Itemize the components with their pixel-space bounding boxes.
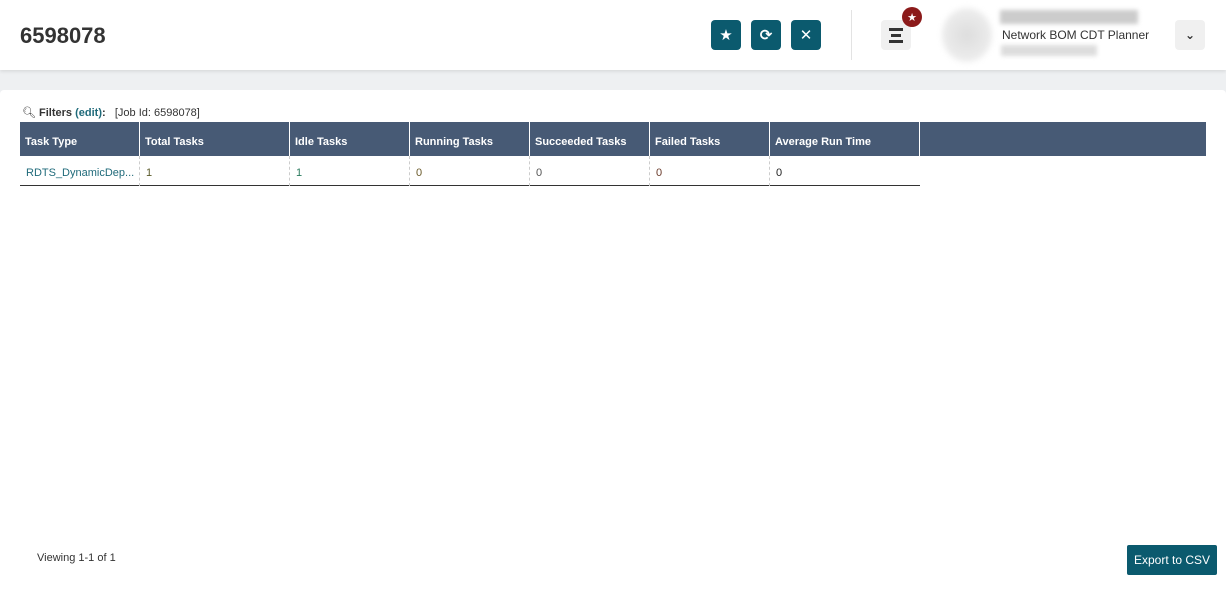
column-header-task-type[interactable]: Task Type	[20, 122, 140, 156]
cell-failed-tasks: 0	[650, 156, 770, 186]
search-icon: 🔍︎	[22, 107, 36, 119]
chevron-down-icon: ⌄	[1184, 28, 1196, 42]
column-header-running-tasks[interactable]: Running Tasks	[410, 122, 530, 156]
close-button[interactable]: ✕	[791, 20, 821, 50]
column-header-idle-tasks[interactable]: Idle Tasks	[290, 122, 410, 156]
star-badge-icon: ★	[902, 7, 922, 27]
refresh-button[interactable]: ⟳	[751, 20, 781, 50]
close-icon: ✕	[799, 27, 813, 44]
content-panel: 🔍︎ Filters (edit): [Job Id: 6598078] Tas…	[0, 90, 1226, 591]
filters-label: Filters	[39, 107, 73, 119]
user-role: Network BOM CDT Planner	[1002, 28, 1150, 42]
user-name-redacted	[1000, 10, 1138, 24]
page-title: 6598078	[20, 23, 106, 48]
table-row: RDTS_DynamicDep... 1 1 0 0 0 0	[20, 156, 920, 186]
pagination-info: Viewing 1-1 of 1	[37, 552, 116, 564]
refresh-icon: ⟳	[759, 27, 773, 44]
cell-running-tasks: 0	[410, 156, 530, 186]
favorite-button[interactable]: ★	[711, 20, 741, 50]
user-dropdown-button[interactable]: ⌄	[1175, 20, 1205, 50]
avatar	[942, 8, 992, 62]
cell-total-tasks: 1	[140, 156, 290, 186]
cell-succeeded-tasks: 0	[530, 156, 650, 186]
cell-average-run-time: 0	[776, 167, 783, 179]
filters-bar: 🔍︎ Filters (edit): [Job Id: 6598078]	[22, 106, 200, 119]
cell-idle-tasks: 1	[290, 156, 410, 186]
filter-value: [Job Id: 6598078]	[114, 107, 200, 119]
table-header: Task Type Total Tasks Idle Tasks Running…	[20, 122, 1206, 156]
star-icon: ★	[719, 27, 733, 44]
column-header-succeeded-tasks[interactable]: Succeeded Tasks	[530, 122, 650, 156]
user-detail-redacted	[1001, 45, 1097, 56]
cell-task-type[interactable]: RDTS_DynamicDep...	[20, 156, 140, 186]
column-header-failed-tasks[interactable]: Failed Tasks	[650, 122, 770, 156]
column-header-total-tasks[interactable]: Total Tasks	[140, 122, 290, 156]
divider	[851, 10, 852, 60]
filters-colon: :	[102, 107, 106, 119]
edit-filters-link[interactable]: (edit)	[75, 107, 102, 119]
top-bar: 6598078 ★ ⟳ ✕ ★ Network BOM CDT Planner …	[0, 0, 1226, 70]
export-csv-button[interactable]: Export to CSV	[1127, 545, 1217, 575]
column-header-average-run-time[interactable]: Average Run Time	[770, 122, 920, 156]
